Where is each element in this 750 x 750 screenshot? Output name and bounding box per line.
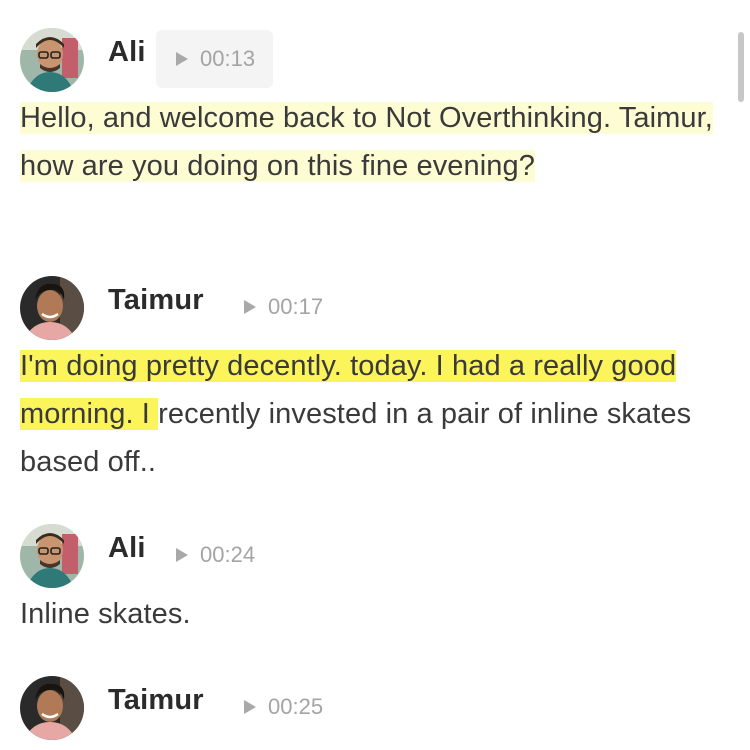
transcript-entry: Ali 00:24 Inline skates. bbox=[20, 524, 720, 638]
timestamp-button[interactable]: 00:24 bbox=[156, 526, 273, 584]
play-icon bbox=[244, 300, 256, 314]
play-icon bbox=[244, 700, 256, 714]
transcript-entry: Taimur 00:17 I'm doing pretty decently. … bbox=[20, 276, 720, 486]
timestamp-button[interactable]: 00:13 bbox=[156, 30, 274, 88]
avatar-ali bbox=[20, 28, 84, 92]
entry-header: Taimur 00:17 bbox=[20, 276, 720, 342]
transcript-entry: Ali 00:13 Hello, and welcome back to Not… bbox=[20, 28, 720, 190]
speaker-name: Ali bbox=[108, 36, 146, 68]
scrollbar-thumb[interactable] bbox=[738, 32, 744, 102]
play-icon bbox=[176, 548, 188, 562]
timestamp-button[interactable]: 00:17 bbox=[224, 278, 341, 336]
entry-header: Ali 00:24 bbox=[20, 524, 720, 590]
utterance-text[interactable]: Inline skates. bbox=[20, 590, 720, 638]
entry-header: Taimur 00:25 bbox=[20, 676, 720, 742]
timestamp-label: 00:13 bbox=[200, 46, 256, 71]
play-icon bbox=[176, 52, 188, 66]
entry-header: Ali 00:13 bbox=[20, 28, 720, 94]
transcript-entry: Taimur 00:25 bbox=[20, 676, 720, 742]
speaker-name: Taimur bbox=[108, 284, 204, 316]
avatar-taimur bbox=[20, 676, 84, 740]
speaker-name: Taimur bbox=[108, 684, 204, 716]
avatar-ali bbox=[20, 524, 84, 588]
highlighted-segment[interactable]: doing on this fine evening? bbox=[187, 150, 535, 182]
timestamp-label: 00:17 bbox=[268, 294, 324, 319]
timestamp-button[interactable]: 00:25 bbox=[224, 678, 341, 736]
speaker-name: Ali bbox=[108, 532, 146, 564]
timestamp-label: 00:24 bbox=[200, 542, 256, 567]
utterance-text[interactable]: Hello, and welcome back to Not Overthink… bbox=[20, 94, 720, 190]
avatar-taimur bbox=[20, 276, 84, 340]
timestamp-label: 00:25 bbox=[268, 694, 324, 719]
plain-segment[interactable]: Inline skates. bbox=[20, 598, 191, 630]
utterance-text[interactable]: I'm doing pretty decently. today. I had … bbox=[20, 342, 720, 486]
